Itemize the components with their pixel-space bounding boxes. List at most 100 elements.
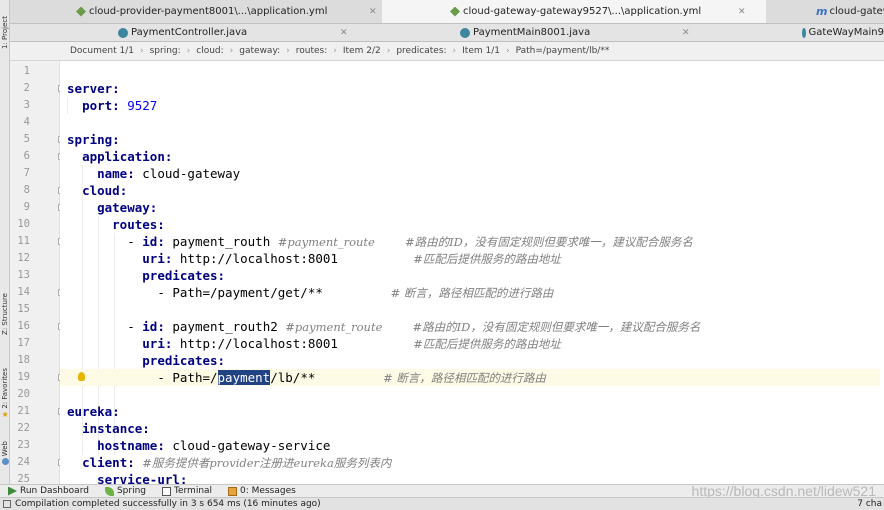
line-number: 1 bbox=[23, 65, 30, 77]
yaml-value: /lb/** bbox=[270, 370, 316, 385]
line-number: 23 bbox=[17, 439, 30, 451]
close-icon[interactable]: ✕ bbox=[369, 7, 377, 17]
status-bar: Compilation completed successfully in 3 … bbox=[0, 497, 884, 510]
yaml-key: predicates: bbox=[142, 268, 226, 283]
tool-button-label: Run Dashboard bbox=[20, 486, 89, 496]
line-number: 9 bbox=[23, 201, 30, 213]
yaml-dash: - bbox=[127, 234, 143, 249]
chevron-right-icon: › bbox=[139, 46, 144, 56]
yaml-comment: # 断言，路径相匹配的进行路由 bbox=[383, 371, 546, 385]
yaml-comment: #payment_route bbox=[285, 320, 383, 334]
line-number: 11 bbox=[17, 235, 30, 247]
line-number: 20 bbox=[17, 388, 30, 400]
yaml-key: uri: bbox=[142, 251, 173, 266]
line-number: 14 bbox=[17, 286, 30, 298]
line-number: 2 bbox=[23, 82, 30, 94]
tool-button-label: Terminal bbox=[174, 486, 213, 496]
tool-button-label: 0: Messages bbox=[240, 486, 296, 496]
yaml-key: spring: bbox=[67, 132, 120, 147]
tool-button-label: Spring bbox=[116, 486, 146, 496]
yaml-value: http://localhost:8001 bbox=[179, 336, 338, 351]
breadcrumb-item[interactable]: Item 2/2 bbox=[343, 46, 381, 56]
line-number: 10 bbox=[17, 218, 30, 230]
editor-gutter[interactable]: 1 2 3 4 5 6 7 8 9 10 11 12 13 14 15 16 1… bbox=[10, 61, 65, 485]
yaml-key: port: bbox=[82, 98, 120, 113]
breadcrumb-item[interactable]: Document 1/1 bbox=[70, 46, 134, 56]
project-tab-label: 1: Project bbox=[1, 15, 9, 49]
java-class-icon bbox=[460, 27, 470, 38]
line-number: 16 bbox=[17, 320, 30, 332]
code-line: client: #服务提供者provider注册进eureka服务列表内 bbox=[67, 454, 391, 471]
yaml-key: cloud: bbox=[82, 183, 128, 198]
code-editor[interactable]: server: port: 9527 spring: application: … bbox=[60, 61, 884, 484]
code-line: routes: bbox=[67, 216, 165, 233]
spring-tool-button[interactable]: Spring bbox=[104, 486, 146, 496]
yaml-comment: #路由的ID，没有固定规则但要求唯一，建议配合服务名 bbox=[404, 235, 693, 249]
current-code-line: - Path=/payment/lb/** # 断言，路径相匹配的进行路由 bbox=[60, 369, 880, 386]
breadcrumb-item[interactable]: routes: bbox=[296, 46, 328, 56]
tab-gateway9527-application-yml[interactable]: cloud-gateway-gateway9527\...\applicatio… bbox=[382, 0, 766, 23]
yaml-key: id: bbox=[142, 319, 165, 334]
line-number: 7 bbox=[23, 167, 30, 179]
line-number: 17 bbox=[17, 337, 30, 349]
yaml-comment: #payment_route bbox=[277, 235, 375, 249]
code-line: - id: payment_routh #payment_route #路由的I… bbox=[67, 233, 693, 250]
close-icon[interactable]: ✕ bbox=[682, 28, 690, 38]
chevron-right-icon: › bbox=[186, 46, 191, 56]
tool-window-bar: Run Dashboard Spring Terminal 0: Message… bbox=[0, 484, 884, 498]
status-char-count[interactable]: 7 cha bbox=[857, 499, 882, 509]
yaml-key: gateway: bbox=[97, 200, 158, 215]
selected-text[interactable]: payment bbox=[217, 370, 271, 385]
tab-payment-main8001[interactable]: PaymentMain8001.java ✕ bbox=[460, 24, 694, 41]
globe-icon bbox=[1, 458, 9, 466]
tab-gateway-main9527[interactable]: GateWayMain9 bbox=[802, 24, 884, 41]
breadcrumb-item[interactable]: gateway: bbox=[239, 46, 280, 56]
code-line: name: cloud-gateway bbox=[67, 165, 240, 182]
favorites-tool-tab[interactable]: 2: Favorites ★ bbox=[0, 362, 10, 424]
code-line: cloud: bbox=[67, 182, 127, 199]
project-tool-tab[interactable]: 1: Project bbox=[0, 6, 10, 58]
yaml-comment: # 断言，路径相匹配的进行路由 bbox=[390, 286, 554, 300]
chevron-right-icon: › bbox=[506, 46, 510, 56]
tab-cloud-gateway-pom[interactable]: m cloud-gatew bbox=[816, 0, 884, 23]
close-icon[interactable]: ✕ bbox=[340, 28, 348, 38]
code-line: predicates: bbox=[67, 267, 225, 284]
tab-payment-controller[interactable]: PaymentController.java ✕ bbox=[118, 24, 352, 41]
yaml-value: - Path=/payment/get/** bbox=[157, 285, 323, 300]
yaml-key: id: bbox=[142, 234, 165, 249]
breadcrumb-item[interactable]: cloud: bbox=[196, 46, 223, 56]
code-line: eureka: bbox=[67, 403, 120, 420]
yaml-value: cloud-gateway bbox=[142, 166, 241, 181]
tab-payment8001-application-yml[interactable]: cloud-provider-payment8001\...\applicati… bbox=[76, 0, 382, 23]
yaml-value: cloud-gateway-service bbox=[172, 438, 331, 453]
intention-bulb-icon[interactable] bbox=[78, 372, 85, 381]
breadcrumb-item[interactable]: spring: bbox=[150, 46, 181, 56]
yaml-key: name: bbox=[97, 166, 135, 181]
status-message: Compilation completed successfully in 3 … bbox=[15, 499, 321, 509]
line-number: 13 bbox=[17, 269, 30, 281]
messages-tool-button[interactable]: 0: Messages bbox=[228, 486, 296, 496]
editor-tabs-row-1: cloud-provider-payment8001\...\applicati… bbox=[10, 0, 884, 24]
run-dashboard-tool-button[interactable]: Run Dashboard bbox=[8, 486, 89, 496]
structure-tab-label: Z: Structure bbox=[1, 293, 9, 335]
breadcrumb-item[interactable]: predicates: bbox=[396, 46, 446, 56]
breadcrumb-item[interactable]: Path=/payment/lb/** bbox=[516, 46, 610, 56]
close-icon[interactable]: ✕ bbox=[738, 7, 746, 17]
web-tool-tab[interactable]: Web bbox=[0, 436, 10, 470]
yml-file-icon bbox=[450, 6, 460, 17]
star-icon: ★ bbox=[1, 409, 9, 419]
line-number: 12 bbox=[17, 252, 30, 264]
code-line: uri: http://localhost:8001 #匹配后提供服务的路由地址 bbox=[67, 250, 561, 267]
tool-windows-toggle-icon[interactable] bbox=[3, 500, 11, 508]
yaml-value: - Path=/ bbox=[157, 370, 218, 385]
line-number: 18 bbox=[17, 354, 30, 366]
code-line: - Path=/payment/get/** # 断言，路径相匹配的进行路由 bbox=[67, 284, 553, 301]
web-tab-label: Web bbox=[1, 440, 9, 457]
yaml-key: uri: bbox=[142, 336, 173, 351]
terminal-tool-button[interactable]: Terminal bbox=[162, 486, 212, 496]
structure-tool-tab[interactable]: Z: Structure bbox=[0, 285, 10, 343]
chevron-right-icon: › bbox=[333, 46, 337, 56]
yaml-value: payment_routh2 bbox=[172, 319, 278, 334]
yaml-comment: #服务提供者provider注册进eureka服务列表内 bbox=[142, 456, 392, 470]
breadcrumb-item[interactable]: Item 1/1 bbox=[462, 46, 500, 56]
